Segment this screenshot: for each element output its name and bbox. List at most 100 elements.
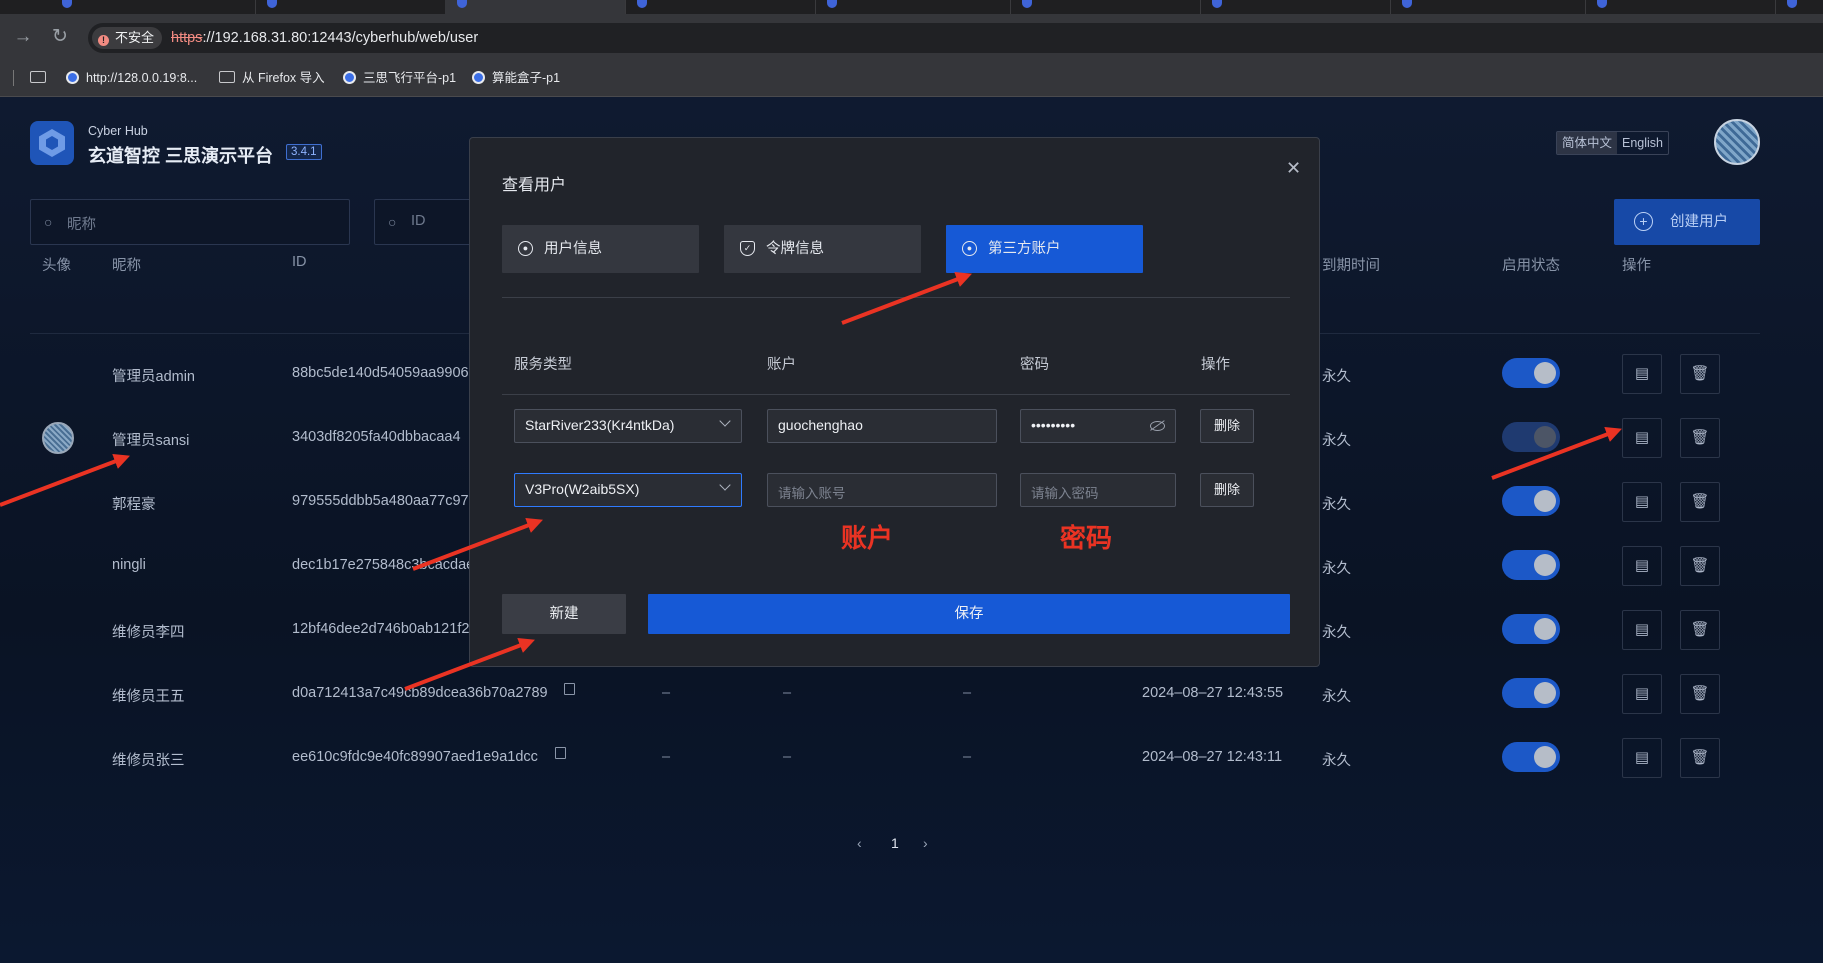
- edit-icon[interactable]: ▤: [1622, 418, 1662, 458]
- user-id: 88bc5de140d54059aa9906: [292, 365, 469, 381]
- create-user-button[interactable]: + 创建用户: [1614, 199, 1760, 245]
- user-id: 979555ddbb5a480aa77c97: [292, 493, 469, 509]
- browser-tab[interactable]: [1010, 0, 1201, 14]
- trash-icon[interactable]: 🗑: [1680, 610, 1720, 650]
- edit-icon[interactable]: ▤: [1622, 354, 1662, 394]
- edit-icon[interactable]: ▤: [1622, 674, 1662, 714]
- delete-button[interactable]: 删除: [1200, 473, 1254, 507]
- column-header-status: 启用状态: [1502, 258, 1560, 274]
- trash-icon[interactable]: 🗑: [1680, 418, 1720, 458]
- bookmark-item[interactable]: http://128.0.0.19:8...: [66, 67, 197, 89]
- expire-time: 永久: [1322, 433, 1351, 449]
- user-id: 12bf46dee2d746b0ab121f2: [292, 621, 470, 637]
- id-search-input[interactable]: ○ ID: [374, 199, 484, 245]
- tab-user-info[interactable]: ● 用户信息: [502, 225, 699, 273]
- user-nickname: 维修员张三: [112, 753, 185, 769]
- column-header-service: 服务类型: [514, 357, 572, 373]
- table-cell: –: [963, 685, 972, 701]
- account-input[interactable]: guochenghao: [767, 409, 997, 443]
- user-avatar[interactable]: [1714, 119, 1760, 165]
- trash-icon[interactable]: 🗑: [1680, 674, 1720, 714]
- edit-icon[interactable]: ▤: [1622, 482, 1662, 522]
- enable-toggle[interactable]: [1502, 614, 1560, 644]
- close-icon[interactable]: ✕: [1286, 158, 1301, 179]
- browser-tab-active[interactable]: [445, 0, 626, 14]
- divider: [13, 70, 14, 86]
- reload-icon[interactable]: ↻: [47, 24, 73, 50]
- tab-third-party-accounts[interactable]: ● 第三方账户: [946, 225, 1143, 273]
- user-nickname: 维修员李四: [112, 625, 185, 641]
- enable-toggle[interactable]: [1502, 358, 1560, 388]
- user-icon: ●: [518, 241, 533, 256]
- expire-time: 永久: [1322, 753, 1351, 769]
- bookmark-item[interactable]: 算能盒子-p1: [472, 67, 560, 89]
- browser-tab[interactable]: [255, 0, 446, 14]
- created-time: 2024–08–27 12:43:55: [1142, 685, 1284, 701]
- enable-toggle[interactable]: [1502, 422, 1560, 452]
- prev-page-icon[interactable]: ‹: [857, 835, 862, 851]
- user-icon: ●: [962, 241, 977, 256]
- table-cell: –: [662, 749, 671, 765]
- copy-icon[interactable]: [555, 747, 566, 759]
- bookmark-item[interactable]: 三思飞行平台-p1: [343, 67, 456, 89]
- service-type-select[interactable]: StarRiver233(Kr4ntkDa): [514, 409, 742, 443]
- browser-tab-strip: [0, 0, 1823, 14]
- browser-tab[interactable]: [1200, 0, 1391, 14]
- user-nickname: 维修员王五: [112, 689, 185, 705]
- language-switch: 简体中文 English: [1556, 131, 1670, 155]
- plus-icon: +: [1634, 212, 1653, 231]
- brand-title: 玄道智控 三思演示平台: [88, 146, 273, 166]
- bookmark-item[interactable]: 从 Firefox 导入: [219, 67, 325, 89]
- save-button[interactable]: 保存: [648, 594, 1290, 634]
- password-input[interactable]: •••••••••: [1020, 409, 1176, 443]
- account-input[interactable]: 请输入账号: [767, 473, 997, 507]
- avatar: [42, 422, 74, 454]
- new-account-button[interactable]: 新建: [502, 594, 626, 634]
- user-nickname: ningli: [112, 557, 146, 573]
- trash-icon[interactable]: 🗑: [1680, 738, 1720, 778]
- column-header-actions: 操作: [1622, 258, 1651, 274]
- trash-icon[interactable]: 🗑: [1680, 546, 1720, 586]
- tab-token-info[interactable]: ✓ 令牌信息: [724, 225, 921, 273]
- expire-time: 永久: [1322, 561, 1351, 577]
- delete-button[interactable]: 删除: [1200, 409, 1254, 443]
- nickname-search-input[interactable]: ○ 昵称: [30, 199, 350, 245]
- trash-icon[interactable]: 🗑: [1680, 482, 1720, 522]
- browser-tab[interactable]: [1390, 0, 1586, 14]
- user-nickname: 管理员sansi: [112, 433, 190, 449]
- bookmarks-folder-icon[interactable]: [30, 67, 53, 89]
- page-number[interactable]: 1: [891, 835, 899, 851]
- warning-icon: !: [98, 35, 109, 46]
- trash-icon[interactable]: 🗑: [1680, 354, 1720, 394]
- browser-tab[interactable]: [625, 0, 816, 14]
- lang-en-option[interactable]: English: [1617, 132, 1668, 154]
- next-page-icon[interactable]: ›: [923, 835, 928, 851]
- enable-toggle[interactable]: [1502, 742, 1560, 772]
- site-icon: [472, 71, 485, 84]
- enable-toggle[interactable]: [1502, 550, 1560, 580]
- expire-time: 永久: [1322, 497, 1351, 513]
- url-text[interactable]: https://192.168.31.80:12443/cyberhub/web…: [171, 30, 478, 46]
- browser-tab[interactable]: [815, 0, 1011, 14]
- column-header-expire: 到期时间: [1322, 258, 1380, 274]
- browser-tab[interactable]: [1775, 0, 1823, 14]
- browser-tab[interactable]: [50, 0, 256, 14]
- security-badge[interactable]: ! 不安全: [92, 27, 163, 49]
- edit-icon[interactable]: ▤: [1622, 610, 1662, 650]
- copy-icon[interactable]: [564, 683, 575, 695]
- annotation-password-label: 密码: [1060, 523, 1113, 553]
- password-input[interactable]: 请输入密码: [1020, 473, 1176, 507]
- forward-icon[interactable]: →: [10, 24, 36, 50]
- service-type-select[interactable]: V3Pro(W2aib5SX): [514, 473, 742, 507]
- edit-icon[interactable]: ▤: [1622, 546, 1662, 586]
- enable-toggle[interactable]: [1502, 486, 1560, 516]
- divider: [502, 394, 1290, 395]
- edit-icon[interactable]: ▤: [1622, 738, 1662, 778]
- logo: [30, 121, 74, 165]
- eye-off-icon[interactable]: [1150, 421, 1165, 431]
- lang-zh-option[interactable]: 简体中文: [1557, 132, 1618, 154]
- user-id: ee610c9fdc9e40fc89907aed1e9a1dcc: [292, 749, 538, 765]
- user-id: 3403df8205fa40dbbacaa4: [292, 429, 461, 445]
- enable-toggle[interactable]: [1502, 678, 1560, 708]
- browser-tab[interactable]: [1585, 0, 1776, 14]
